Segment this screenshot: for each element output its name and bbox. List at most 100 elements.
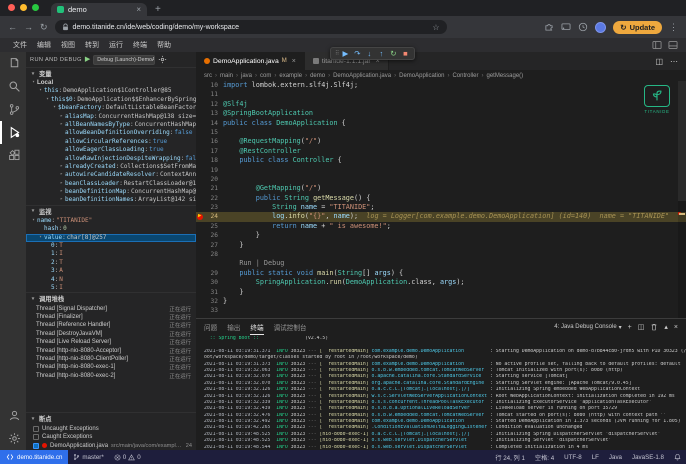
new-tab-button[interactable]: + bbox=[155, 4, 161, 15]
gutter-glyph[interactable] bbox=[196, 119, 205, 128]
gutter-glyph[interactable] bbox=[196, 306, 205, 315]
gutter-glyph[interactable] bbox=[196, 250, 205, 259]
eol-item[interactable]: LF bbox=[587, 454, 604, 461]
gutter-glyph[interactable] bbox=[196, 166, 205, 175]
gutter-glyph[interactable] bbox=[196, 231, 205, 240]
gutter-glyph[interactable] bbox=[196, 109, 205, 118]
breadcrumb-item[interactable]: getMessage() bbox=[486, 73, 523, 79]
close-tab-icon[interactable]: × bbox=[292, 58, 296, 65]
breakpoint-checkbox[interactable] bbox=[33, 443, 39, 449]
gutter-glyph[interactable] bbox=[196, 175, 205, 184]
breakpoint-item[interactable]: Uncaught Exceptions bbox=[26, 424, 196, 433]
browser-menu-icon[interactable]: ⋮ bbox=[669, 22, 678, 33]
tree-item-beanClassLoader[interactable]: ▸beanClassLoader: RestartClassLoader@148 bbox=[26, 180, 196, 188]
tree-item-beanDefinitionNames[interactable]: ▸beanDefinitionNames: ArrayList@142 size… bbox=[26, 196, 196, 204]
more-actions-icon[interactable]: ⋯ bbox=[670, 57, 678, 66]
breadcrumb-item[interactable]: com bbox=[260, 73, 271, 79]
gutter-glyph[interactable] bbox=[196, 156, 205, 165]
indentation-item[interactable]: 空格: 4 bbox=[530, 453, 559, 462]
tree-item-hash[interactable]: hash: 0 bbox=[26, 225, 196, 233]
breadcrumb-item[interactable]: DemoApplication.java bbox=[333, 73, 391, 79]
account-icon[interactable] bbox=[0, 404, 26, 427]
callstack-thread[interactable]: Thread [Signal Dispatcher]正在运行 bbox=[26, 304, 196, 312]
gutter-glyph[interactable] bbox=[196, 137, 205, 146]
tree-item-alreadyCreated[interactable]: ▸alreadyCreated: Collections$SetFromMap@… bbox=[26, 163, 196, 171]
callstack-thread[interactable]: Thread [DestroyJavaVM]正在运行 bbox=[26, 330, 196, 338]
watch-section-header[interactable]: ▾ 监视 bbox=[26, 205, 196, 217]
profile-avatar[interactable] bbox=[595, 22, 606, 33]
language-mode-item[interactable]: Java bbox=[604, 454, 627, 461]
cast-icon[interactable] bbox=[561, 22, 571, 32]
panel-tab-调试控制台[interactable]: 调试控制台 bbox=[274, 319, 307, 335]
close-window-button[interactable] bbox=[8, 4, 15, 11]
callstack-thread[interactable]: Thread [Reference Handler]正在运行 bbox=[26, 321, 196, 329]
zoom-window-button[interactable] bbox=[32, 4, 39, 11]
terminal-instance-select[interactable]: 4: Java Debug Console ▾ bbox=[554, 324, 621, 331]
layout-panel-icon[interactable] bbox=[668, 40, 678, 50]
stop-button[interactable]: ■ bbox=[400, 48, 410, 59]
gutter-glyph[interactable] bbox=[196, 222, 205, 231]
panel-tab-问题[interactable]: 问题 bbox=[204, 319, 217, 335]
gutter-glyph[interactable] bbox=[196, 90, 205, 99]
menu-item-转到[interactable]: 转到 bbox=[80, 40, 104, 50]
panel-tab-终端[interactable]: 终端 bbox=[250, 319, 263, 335]
breadcrumb-item[interactable]: src bbox=[204, 73, 212, 79]
tree-item-value[interactable]: ▾value: char[8]@257 bbox=[26, 234, 196, 242]
editor-tab-demoapplication[interactable]: DemoApplication.java M × bbox=[196, 52, 305, 70]
step-out-button[interactable]: ↑ bbox=[376, 48, 386, 59]
bookmark-star-icon[interactable]: ☆ bbox=[432, 23, 439, 32]
menu-item-文件[interactable]: 文件 bbox=[8, 40, 32, 50]
address-bar[interactable]: demo.titanide.cn/ide/web/coding/demo/my-… bbox=[55, 20, 447, 34]
gutter-glyph[interactable] bbox=[196, 100, 205, 109]
menu-item-编辑[interactable]: 编辑 bbox=[32, 40, 56, 50]
callstack-thread[interactable]: Thread [http-nio-8080-exec-2]正在运行 bbox=[26, 372, 196, 380]
step-into-button[interactable]: ↓ bbox=[364, 48, 374, 59]
step-over-button[interactable]: ↷ bbox=[352, 48, 362, 59]
notifications-bell-item[interactable] bbox=[669, 453, 686, 461]
clock-history-icon[interactable] bbox=[578, 22, 588, 32]
tree-item-4[interactable]: 4: N bbox=[26, 276, 196, 284]
continue-button[interactable]: ▶ bbox=[340, 48, 350, 59]
cursor-position-item[interactable]: 行 24, 列 1 bbox=[490, 453, 530, 462]
tree-item-allowBeanDefinitionOverriding[interactable]: allowBeanDefinitionOverriding: false bbox=[26, 129, 196, 137]
breadcrumb-item[interactable]: demo bbox=[310, 73, 325, 79]
extensions-icon[interactable] bbox=[0, 144, 26, 167]
breakpoint-item[interactable]: DemoApplication.javasrc/main/java/com/ex… bbox=[26, 441, 196, 450]
gutter-glyph[interactable] bbox=[196, 81, 205, 90]
breakpoint-checkbox[interactable] bbox=[33, 426, 39, 432]
search-icon[interactable] bbox=[0, 75, 26, 98]
overview-ruler[interactable] bbox=[678, 81, 686, 318]
tree-item-1[interactable]: 1: I bbox=[26, 250, 196, 258]
encoding-item[interactable]: UTF-8 bbox=[559, 454, 587, 461]
tree-item-this$0[interactable]: ▾this$0: DemoApplication$$EnhancerBySpri… bbox=[26, 96, 196, 104]
tree-item-allowEagerClassLoading[interactable]: allowEagerClassLoading: true bbox=[26, 146, 196, 154]
remote-indicator[interactable]: demo.titanide.cn bbox=[0, 450, 68, 464]
drag-grip-icon[interactable]: ⠿ bbox=[335, 50, 338, 57]
breadcrumb-item[interactable]: java bbox=[241, 73, 252, 79]
tree-item-$beanFactory[interactable]: ▾$beanFactory: DefaultListableBeanFactor… bbox=[26, 104, 196, 112]
kill-terminal-icon[interactable] bbox=[650, 323, 658, 331]
back-icon[interactable]: ← bbox=[8, 23, 17, 32]
tree-item-beanDefinitionMap[interactable]: ▸beanDefinitionMap: ConcurrentHashMap@14… bbox=[26, 188, 196, 196]
gutter-glyph[interactable] bbox=[196, 184, 205, 193]
callstack-thread[interactable]: Thread [http-nio-8080-Acceptor]正在运行 bbox=[26, 346, 196, 354]
restart-button[interactable]: ↻ bbox=[388, 48, 398, 59]
tree-item-5[interactable]: 5: I bbox=[26, 284, 196, 292]
forward-icon[interactable]: → bbox=[24, 23, 33, 32]
gutter-glyph[interactable] bbox=[196, 241, 205, 250]
terminal-output[interactable]: :: Spring Boot :: (v2.4.5)2021-08-11 03:… bbox=[196, 335, 686, 450]
gutter-glyph[interactable] bbox=[196, 269, 205, 278]
extension-puzzle-icon[interactable] bbox=[544, 22, 554, 32]
tree-item-2[interactable]: 2: T bbox=[26, 259, 196, 267]
callstack-thread[interactable]: Thread [http-nio-8080-exec-1]正在运行 bbox=[26, 363, 196, 371]
new-terminal-icon[interactable]: + bbox=[628, 324, 632, 331]
git-branch-item[interactable]: master* bbox=[68, 453, 108, 461]
tree-item-this[interactable]: ▾this: DemoApplication$1Controller@85 bbox=[26, 87, 196, 95]
panel-tab-输出[interactable]: 输出 bbox=[227, 319, 240, 335]
explorer-icon[interactable] bbox=[0, 52, 26, 75]
callstack-thread[interactable]: Thread [Finalizer]正在运行 bbox=[26, 313, 196, 321]
tree-item-autowireCandidateResolver[interactable]: ▸autowireCandidateResolver: ContextAnnot… bbox=[26, 171, 196, 179]
close-panel-icon[interactable]: × bbox=[674, 324, 678, 331]
scrollbar-slider[interactable] bbox=[678, 81, 686, 201]
minimize-window-button[interactable] bbox=[20, 4, 27, 11]
